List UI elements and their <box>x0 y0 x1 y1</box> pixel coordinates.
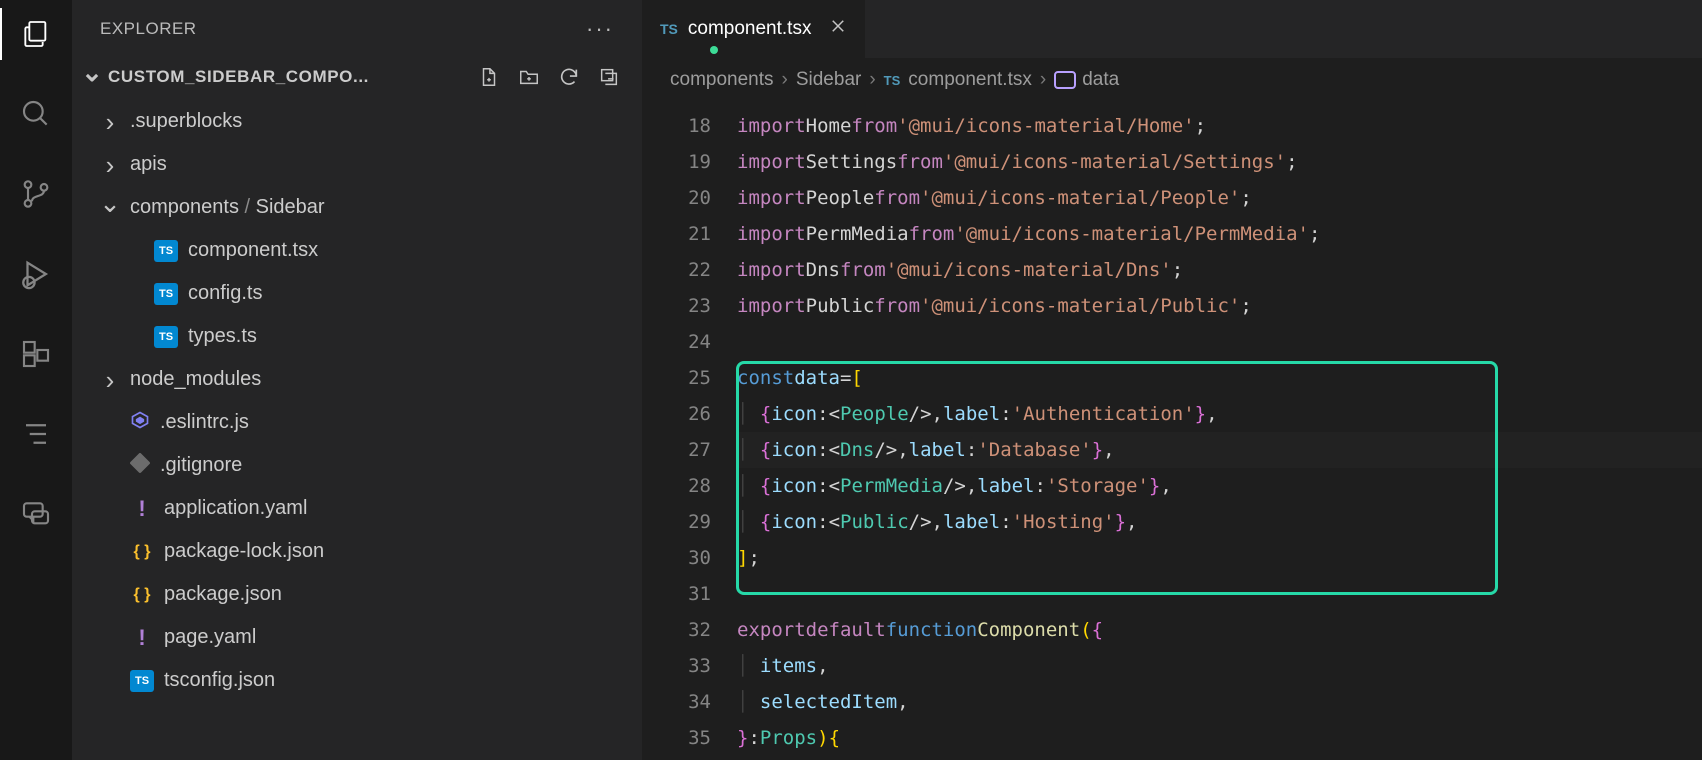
tree-file-component-tsx[interactable]: TS component.tsx <box>72 229 642 272</box>
chevron-down-icon <box>100 198 120 218</box>
variable-symbol-icon <box>1054 71 1076 89</box>
tree-label: types.ts <box>188 325 257 348</box>
tree-file-gitignore[interactable]: .gitignore <box>72 444 642 487</box>
explorer-header: EXPLORER ··· <box>72 0 642 58</box>
breadcrumb-separator-icon: › <box>869 69 875 91</box>
breadcrumb-symbol[interactable]: data <box>1054 69 1119 91</box>
tree-file-eslintrc[interactable]: .eslintrc.js <box>72 401 642 444</box>
tree-folder-superblocks[interactable]: .superblocks <box>72 100 642 143</box>
tree-folder-node-modules[interactable]: node_modules <box>72 358 642 401</box>
code-editor[interactable]: 181920212223242526272829303132333435 imp… <box>642 102 1702 760</box>
yaml-file-icon: ! <box>130 627 154 649</box>
activity-extensions[interactable] <box>18 336 54 372</box>
json-file-icon: { } <box>130 584 154 606</box>
outline-icon <box>21 419 51 449</box>
tree-file-page-yaml[interactable]: ! page.yaml <box>72 616 642 659</box>
refresh-icon[interactable] <box>558 66 580 88</box>
tree-folder-apis[interactable]: apis <box>72 143 642 186</box>
collapse-all-icon[interactable] <box>598 66 620 88</box>
chevron-right-icon <box>100 370 120 390</box>
tree-file-package-json[interactable]: { } package.json <box>72 573 642 616</box>
tree-label: .eslintrc.js <box>160 411 249 434</box>
files-icon <box>20 18 52 50</box>
breadcrumb-segment[interactable]: Sidebar <box>796 69 862 91</box>
chevron-down-icon <box>82 67 102 87</box>
ts-file-icon: TS <box>660 21 678 37</box>
new-file-icon[interactable] <box>478 66 500 88</box>
project-name: CUSTOM_SIDEBAR_COMPO... <box>108 67 472 87</box>
ts-file-icon: TS <box>154 326 178 348</box>
ts-file-icon: TS <box>154 283 178 305</box>
tab-component-tsx[interactable]: TS component.tsx <box>642 0 865 58</box>
tree-file-package-lock[interactable]: { } package-lock.json <box>72 530 642 573</box>
yaml-file-icon: ! <box>130 498 154 520</box>
activity-run-debug[interactable] <box>18 256 54 292</box>
tree-label: tsconfig.json <box>164 669 275 692</box>
explorer-more-actions[interactable]: ··· <box>586 16 614 42</box>
tree-file-tsconfig[interactable]: TS tsconfig.json <box>72 659 642 702</box>
new-folder-icon[interactable] <box>518 66 540 88</box>
breadcrumb-segment[interactable]: component.tsx <box>908 69 1032 91</box>
tree-label: components / Sidebar <box>130 196 325 219</box>
explorer-panel: EXPLORER ··· CUSTOM_SIDEBAR_COMPO... .su… <box>72 0 642 760</box>
tree-file-application-yaml[interactable]: ! application.yaml <box>72 487 642 530</box>
explorer-title: EXPLORER <box>100 19 197 39</box>
tree-label: node_modules <box>130 368 261 391</box>
tree-folder-components-sidebar[interactable]: components / Sidebar <box>72 186 642 229</box>
activity-source-control[interactable] <box>18 176 54 212</box>
tree-label: .gitignore <box>160 454 242 477</box>
project-actions <box>478 66 626 88</box>
tree-file-types-ts[interactable]: TS types.ts <box>72 315 642 358</box>
tree-label: application.yaml <box>164 497 307 520</box>
git-file-icon <box>130 453 150 479</box>
modified-indicator-icon <box>710 46 718 54</box>
activity-search[interactable] <box>18 96 54 132</box>
tsconfig-file-icon: TS <box>130 670 154 692</box>
tree-label: .superblocks <box>130 110 242 133</box>
breadcrumb-segment[interactable]: components <box>670 69 774 91</box>
tree-label: package.json <box>164 583 282 606</box>
eslint-file-icon <box>130 410 150 436</box>
chevron-right-icon <box>100 112 120 132</box>
activity-outline[interactable] <box>18 416 54 452</box>
project-header[interactable]: CUSTOM_SIDEBAR_COMPO... <box>72 58 642 96</box>
tree-file-config-ts[interactable]: TS config.ts <box>72 272 642 315</box>
breadcrumb-separator-icon: › <box>1040 69 1046 91</box>
debug-icon <box>19 257 53 291</box>
activity-bar <box>0 0 72 760</box>
json-file-icon: { } <box>130 541 154 563</box>
editor-panel: TS component.tsx components › Sidebar › … <box>642 0 1702 760</box>
search-icon <box>20 98 52 130</box>
code-content[interactable]: import Home from '@mui/icons-material/Ho… <box>737 102 1702 760</box>
tree-label: page.yaml <box>164 626 256 649</box>
activity-comments[interactable] <box>18 496 54 532</box>
extensions-icon <box>20 338 52 370</box>
tree-label: component.tsx <box>188 239 318 262</box>
breadcrumbs[interactable]: components › Sidebar › TS component.tsx … <box>642 58 1702 102</box>
ts-file-icon: TS <box>154 240 178 262</box>
tree-label: apis <box>130 153 167 176</box>
line-gutter: 181920212223242526272829303132333435 <box>642 102 737 760</box>
editor-tabs: TS component.tsx <box>642 0 1702 58</box>
breadcrumb-separator-icon: › <box>782 69 788 91</box>
activity-explorer[interactable] <box>18 16 54 52</box>
ts-file-icon: TS <box>884 73 901 88</box>
comments-icon <box>20 498 52 530</box>
tab-label: component.tsx <box>688 18 812 40</box>
file-tree: .superblocks apis components / Sidebar T… <box>72 96 642 706</box>
tree-label: config.ts <box>188 282 262 305</box>
branch-icon <box>20 178 52 210</box>
close-tab-icon[interactable] <box>829 17 847 41</box>
chevron-right-icon <box>100 155 120 175</box>
tree-label: package-lock.json <box>164 540 324 563</box>
